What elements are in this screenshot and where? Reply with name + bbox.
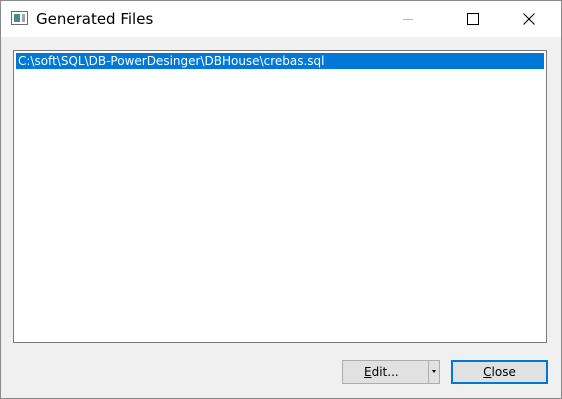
list-item[interactable]: C:\soft\SQL\DB-PowerDesinger\DBHouse\cre…	[16, 53, 544, 69]
generated-files-list[interactable]: C:\soft\SQL\DB-PowerDesinger\DBHouse\cre…	[13, 50, 547, 343]
edit-button[interactable]: Edit...	[342, 360, 440, 384]
close-button-label: Close	[483, 365, 516, 379]
maximize-button[interactable]	[450, 1, 496, 37]
edit-button-label: Edit...	[364, 365, 399, 379]
title-bar[interactable]: Generated Files	[1, 1, 561, 37]
maximize-icon	[467, 13, 479, 25]
close-icon	[523, 13, 535, 25]
minimize-icon	[403, 18, 413, 20]
close-window-button[interactable]	[506, 1, 552, 37]
generated-files-window: Generated Files C:\soft\SQL\DB-PowerDesi…	[0, 0, 562, 399]
dropdown-arrow-icon[interactable]	[432, 370, 436, 373]
window-title: Generated Files	[36, 10, 154, 28]
minimize-button	[385, 1, 431, 37]
app-window-icon	[11, 11, 28, 25]
edit-split-divider	[428, 361, 429, 383]
close-button[interactable]: Close	[451, 360, 548, 384]
